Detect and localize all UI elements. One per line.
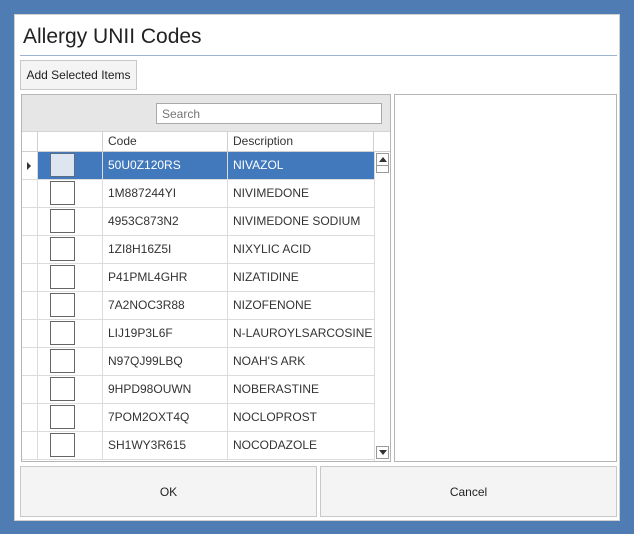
row-checkbox[interactable] [50, 209, 75, 233]
selected-items-panel[interactable] [394, 94, 617, 462]
select-cell [38, 264, 103, 291]
scroll-down-button[interactable] [376, 446, 389, 459]
table-row[interactable]: 1ZI8H16Z5I NIXYLIC ACID [22, 236, 374, 264]
row-indicator [22, 264, 38, 291]
code-cell: LIJ19P3L6F [103, 320, 228, 347]
description-cell: NIVIMEDONE SODIUM [233, 214, 361, 228]
dialog-title: Allergy UNII Codes [23, 25, 202, 48]
select-cell [38, 236, 103, 263]
code-cell: 7POM2OXT4Q [103, 404, 228, 431]
row-checkbox[interactable] [50, 405, 75, 429]
description-cell: NOAH'S ARK [233, 354, 306, 368]
code-cell: P41PML4GHR [103, 264, 228, 291]
unii-code-grid: Code Description 50U0Z120RSNIVAZOL1M8872… [21, 94, 391, 462]
row-checkbox[interactable] [50, 153, 75, 177]
row-indicator [22, 348, 38, 375]
code-cell: 50U0Z120RS [103, 152, 228, 179]
grid-search-bar [22, 95, 390, 132]
select-cell [38, 180, 103, 207]
code-cell: 1M887244YI [103, 180, 228, 207]
table-row[interactable]: 4953C873N2 NIVIMEDONE SODIUM [22, 208, 374, 236]
row-checkbox[interactable] [50, 265, 75, 289]
table-row[interactable]: 7POM2OXT4Q NOCLOPROST [22, 404, 374, 432]
grid-header: Code Description [22, 132, 390, 152]
code-cell: 4953C873N2 [103, 208, 228, 235]
vertical-scrollbar[interactable] [374, 152, 390, 461]
description-cell: NIVAZOL [228, 152, 374, 179]
row-indicator [22, 432, 38, 459]
table-row[interactable]: P41PML4GHR NIZATIDINE [22, 264, 374, 292]
description-cell: NIVIMEDONE [233, 186, 310, 200]
code-cell: 9HPD98OUWN [103, 376, 228, 403]
search-input[interactable] [156, 103, 382, 124]
select-cell [38, 292, 103, 319]
table-row[interactable]: 9HPD98OUWN NOBERASTINE [22, 376, 374, 404]
description-cell: NIZATIDINE [233, 270, 299, 284]
table-row[interactable]: 1M887244YI NIVIMEDONE [22, 180, 374, 208]
add-selected-items-button[interactable]: Add Selected Items [20, 60, 137, 90]
description-cell: NIXYLIC ACID [233, 242, 312, 256]
row-indicator [22, 180, 38, 207]
description-cell: N-LAUROYLSARCOSINE [233, 326, 373, 340]
description-cell: NOBERASTINE [233, 382, 320, 396]
chevron-down-icon [379, 450, 387, 455]
select-cell [38, 432, 103, 459]
row-checkbox[interactable] [50, 377, 75, 401]
row-checkbox[interactable] [50, 349, 75, 373]
code-cell: SH1WY3R615 [103, 432, 228, 459]
row-checkbox[interactable] [50, 433, 75, 457]
chevron-up-icon [379, 157, 387, 162]
select-cell [38, 376, 103, 403]
table-row[interactable]: N97QJ99LBQ NOAH'S ARK [22, 348, 374, 376]
select-cell [38, 208, 103, 235]
description-cell: NOCODAZOLE [233, 438, 318, 452]
row-indicator [22, 320, 38, 347]
table-row[interactable]: LIJ19P3L6F N-LAUROYLSARCOSINE [22, 320, 374, 348]
row-checkbox[interactable] [50, 181, 75, 205]
description-cell: NOCLOPROST [233, 410, 318, 424]
title-divider [20, 55, 617, 56]
row-checkbox[interactable] [50, 293, 75, 317]
current-row-arrow-icon [27, 162, 31, 170]
allergy-unii-dialog: Allergy UNII Codes Add Selected Items Co… [14, 14, 620, 521]
row-indicator [22, 152, 38, 179]
row-indicator-header [22, 132, 38, 151]
row-checkbox[interactable] [50, 237, 75, 261]
select-column-header[interactable] [38, 132, 103, 151]
select-cell [38, 320, 103, 347]
code-cell: 1ZI8H16Z5I [103, 236, 228, 263]
row-indicator [22, 208, 38, 235]
row-indicator [22, 292, 38, 319]
scroll-thumb[interactable] [376, 165, 389, 173]
cancel-button[interactable]: Cancel [320, 466, 617, 517]
description-column-header[interactable]: Description [228, 132, 374, 151]
row-indicator [22, 404, 38, 431]
code-cell: 7A2NOC3R88 [103, 292, 228, 319]
table-row[interactable]: SH1WY3R615 NOCODAZOLE [22, 432, 374, 460]
description-cell: NIZOFENONE [233, 298, 312, 312]
table-row[interactable]: 50U0Z120RS NIVAZOL [22, 152, 374, 180]
table-row[interactable]: 7A2NOC3R88 NIZOFENONE [22, 292, 374, 320]
select-cell [38, 152, 103, 179]
row-indicator [22, 236, 38, 263]
ok-button[interactable]: OK [20, 466, 317, 517]
code-column-header[interactable]: Code [103, 132, 228, 151]
row-indicator [22, 376, 38, 403]
select-cell [38, 348, 103, 375]
select-cell [38, 404, 103, 431]
row-checkbox[interactable] [50, 321, 75, 345]
code-cell: N97QJ99LBQ [103, 348, 228, 375]
